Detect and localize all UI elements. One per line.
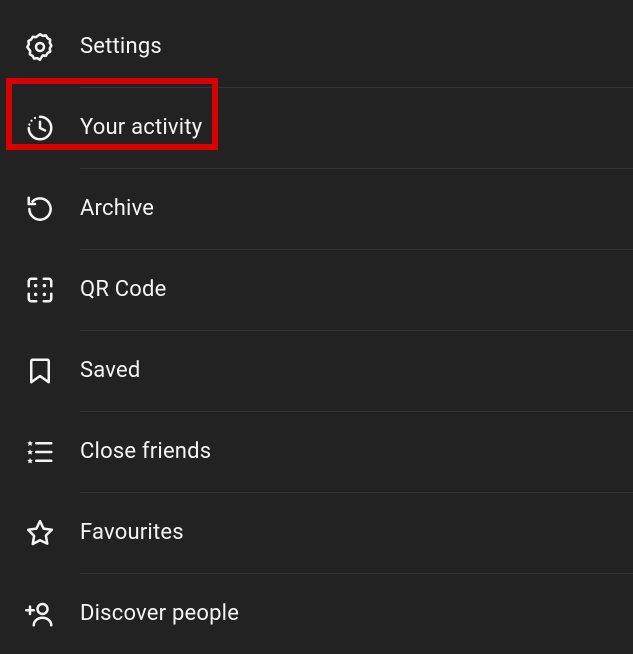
close-friends-icon — [0, 437, 80, 467]
menu-item-label: Archive — [80, 196, 154, 221]
bookmark-icon — [0, 356, 80, 386]
archive-icon — [0, 194, 80, 224]
menu-item-label: QR Code — [80, 277, 167, 302]
menu-item-favourites[interactable]: Favourites — [0, 492, 633, 573]
settings-menu: Settings Your activity Archive — [0, 0, 633, 654]
menu-item-saved[interactable]: Saved — [0, 330, 633, 411]
menu-item-qr-code[interactable]: QR Code — [0, 249, 633, 330]
menu-item-your-activity[interactable]: Your activity — [0, 87, 633, 168]
menu-item-label: Close friends — [80, 439, 211, 464]
menu-item-label: Favourites — [80, 520, 184, 545]
menu-item-close-friends[interactable]: Close friends — [0, 411, 633, 492]
discover-people-icon — [0, 599, 80, 629]
menu-item-label: Settings — [80, 34, 162, 59]
menu-item-label: Saved — [80, 358, 140, 383]
menu-item-label: Discover people — [80, 601, 239, 626]
menu-item-archive[interactable]: Archive — [0, 168, 633, 249]
settings-icon — [0, 32, 80, 62]
star-icon — [0, 518, 80, 548]
qr-code-icon — [0, 275, 80, 305]
menu-item-label: Your activity — [80, 115, 202, 140]
menu-item-settings[interactable]: Settings — [0, 6, 633, 87]
activity-icon — [0, 113, 80, 143]
